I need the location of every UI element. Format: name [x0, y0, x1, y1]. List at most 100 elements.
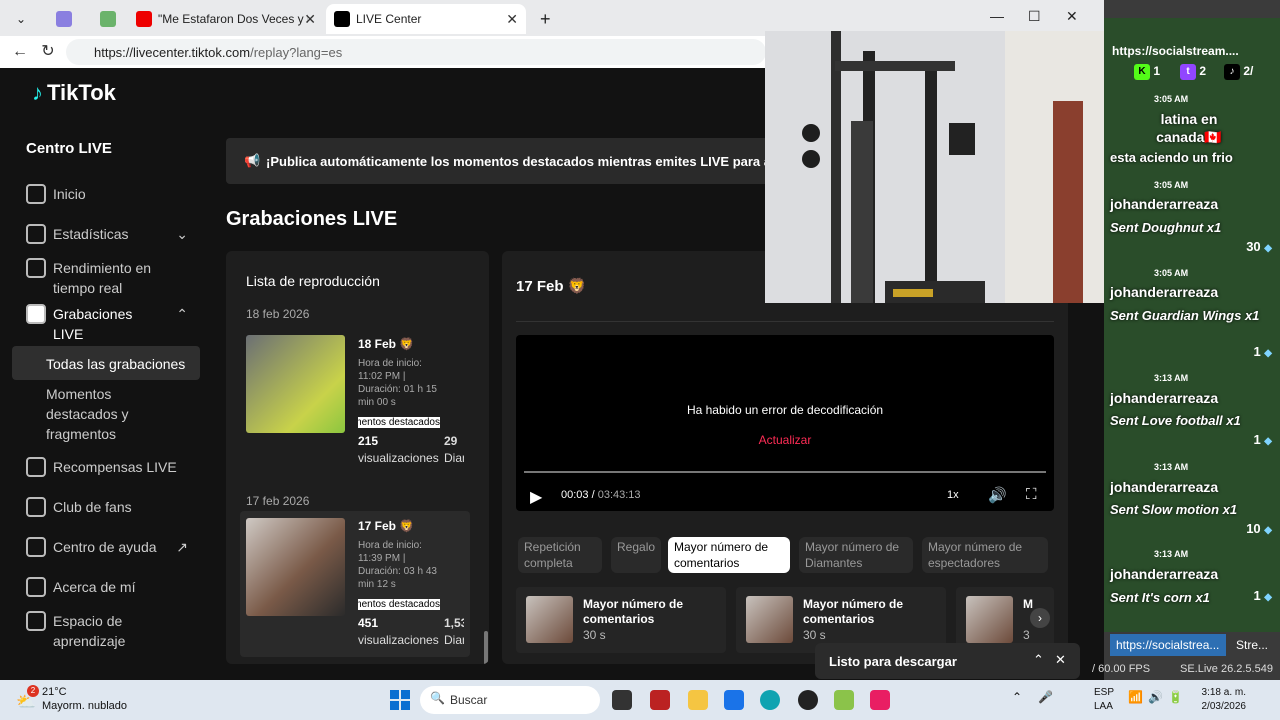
url-field[interactable]: https://livecenter.tiktok.com/replay?lan…	[66, 39, 766, 65]
sidebar: ♪ TikTok Centro LIVE Inicio Estadísticas ⌄…	[0, 68, 206, 680]
highlight-length: 3	[1023, 628, 1030, 642]
message-user: johanderarreaza	[1110, 566, 1219, 582]
refresh-link[interactable]: Actualizar	[516, 433, 1054, 447]
chevron-right-icon[interactable]: ›	[1030, 608, 1050, 628]
chevron-up-icon[interactable]: ⌃	[1033, 652, 1044, 668]
tiktok-icon: ♪	[1224, 64, 1240, 80]
twitch-icon: t	[1180, 64, 1196, 80]
highlight-name: Mayor número de comentarios	[803, 597, 904, 626]
volume-icon[interactable]: 🔊	[988, 486, 1007, 504]
tab-live-center[interactable]: LIVE Center ✕	[326, 4, 526, 34]
close-icon[interactable]: ✕	[506, 11, 518, 28]
sidebar-item-grabaciones[interactable]: Grabaciones LIVE ⌃	[26, 304, 188, 344]
sidebar-item-rendimiento[interactable]: Rendimiento en tiempo real	[26, 258, 166, 298]
taskbar-search[interactable]: 🔍 Buscar	[420, 686, 600, 714]
sidebar-item-recompensas[interactable]: Recompensas LIVE	[26, 457, 177, 477]
clock-time[interactable]: 3:18 a. m.	[1198, 687, 1246, 698]
download-toast[interactable]: Listo para descargar ⌃ ✕	[815, 643, 1080, 679]
sidebar-item-ayuda[interactable]: Centro de ayuda ↗	[26, 537, 188, 557]
url-path: /replay?lang=es	[250, 44, 343, 60]
highlight-length: 30 s	[583, 628, 606, 642]
fullscreen-icon[interactable]: ⛶	[1026, 486, 1037, 503]
highlight-card[interactable]: Mayor número de comentarios 30 s	[516, 587, 726, 653]
sidebar-item-inicio[interactable]: Inicio	[26, 184, 86, 204]
book-icon	[26, 611, 46, 631]
input-layout[interactable]: LAA	[1094, 701, 1113, 712]
windows-start-icon[interactable]	[390, 690, 410, 710]
notification-badge: 2	[27, 685, 39, 697]
tiktok-icon	[334, 11, 350, 27]
task-view-icon[interactable]	[612, 690, 632, 710]
volume-icon[interactable]: 🔊	[1148, 690, 1164, 710]
close-icon[interactable]: ✕	[304, 11, 316, 28]
help-icon	[26, 537, 46, 557]
recording-card-selected[interactable]: 17 Feb 🦁 Hora de inicio: 11:39 PM | Dura…	[240, 511, 470, 657]
maximize-icon[interactable]: ☐	[1028, 8, 1041, 25]
dock-tab-socialstream[interactable]: https://socialstrea...	[1110, 634, 1226, 656]
youtube-icon	[136, 11, 152, 27]
close-window-icon[interactable]: ✕	[1066, 8, 1078, 25]
tab-2[interactable]	[92, 4, 132, 34]
tiktok-studio-icon[interactable]	[870, 690, 890, 710]
group-date: 17 feb 2026	[246, 494, 310, 508]
video-icon	[26, 304, 46, 324]
highlights-tag: Momentos destacados	[358, 599, 440, 610]
windows-taskbar: ⛅ 2 21°C Mayorm. nublado 🔍 Buscar ⌃ 🎤 ESP…	[0, 680, 1280, 720]
tab-1[interactable]	[48, 4, 88, 34]
filter-tab-repeticion[interactable]: Repetición completa	[518, 537, 602, 573]
filter-tab-regalo[interactable]: Regalo	[611, 537, 661, 573]
highlight-thumbnail	[966, 596, 1013, 643]
sidebar-item-estadisticas[interactable]: Estadísticas ⌄	[26, 224, 188, 244]
tiktok-note-icon: ♪	[32, 80, 43, 105]
diamond-icon: ◆	[1264, 592, 1272, 603]
message-text: esta aciendo un frio	[1110, 150, 1233, 165]
message-time: 3:05 AM	[1154, 180, 1189, 190]
input-language[interactable]: ESP	[1094, 687, 1114, 698]
video-player[interactable]: Ha habido un error de decodificación Act…	[516, 335, 1054, 511]
chevron-up-icon[interactable]: ⌃	[1012, 690, 1024, 710]
tiktok-logo[interactable]: ♪ TikTok	[32, 80, 116, 106]
sidebar-item-aprendizaje[interactable]: Espacio de aprendizaje	[26, 611, 166, 651]
filter-tab-diamantes[interactable]: Mayor número de Diamantes	[799, 537, 913, 573]
message-time: 3:13 AM	[1154, 462, 1189, 472]
recording-card[interactable]: 18 Feb 🦁 Hora de inicio: 11:02 PM | Dura…	[240, 329, 470, 475]
chat-url: https://socialstream....	[1112, 44, 1239, 58]
new-tab-button[interactable]: +	[532, 4, 556, 34]
sidebar-subitem-todas[interactable]: Todas las grabaciones	[46, 354, 185, 374]
wifi-icon[interactable]: 📶	[1128, 690, 1144, 710]
filter-tab-comentarios[interactable]: Mayor número de comentarios	[668, 537, 790, 573]
sidebar-subitem-momentos[interactable]: Momentos destacados y fragmentos	[46, 384, 156, 444]
sidebar-item-club[interactable]: Club de fans	[26, 497, 132, 517]
tab-youtube[interactable]: "Me Estafaron Dos Veces y hoy Te✕	[128, 4, 324, 34]
filter-tab-espectadores[interactable]: Mayor número de espectadores	[922, 537, 1048, 573]
twitch-count: t 2	[1180, 64, 1206, 80]
edge-icon[interactable]	[760, 690, 780, 710]
close-icon[interactable]: ✕	[1055, 652, 1066, 668]
progress-bar[interactable]	[524, 471, 1046, 473]
diamonds-count: 1,53Diamantes	[444, 616, 464, 647]
folder-icon[interactable]	[688, 690, 708, 710]
fps-readout: / 60.00 FPS	[1092, 663, 1151, 675]
chevron-up-icon: ⌃	[176, 306, 188, 322]
battery-icon[interactable]: 🔋	[1168, 690, 1186, 710]
mic-icon[interactable]: 🎤	[1038, 690, 1053, 710]
clock-date[interactable]: 2/03/2026	[1198, 701, 1247, 712]
autopublish-banner[interactable]: 📢 ¡Publica automáticamente los momentos d…	[226, 138, 806, 184]
playlist-scrollbar[interactable]	[484, 631, 488, 664]
store-icon[interactable]	[724, 690, 744, 710]
obs-icon[interactable]	[798, 690, 818, 710]
dock-tab-stream[interactable]: Stre...	[1236, 638, 1268, 652]
message-time: 3:05 AM	[1154, 268, 1189, 278]
play-icon[interactable]: ▶	[530, 487, 542, 507]
speed-button[interactable]: 1x	[947, 489, 959, 501]
tab-list-button[interactable]: ⌄	[8, 4, 32, 34]
highlight-thumbnail	[526, 596, 573, 643]
sidebar-item-acerca[interactable]: Acerca de mí	[26, 577, 135, 597]
message-text: Sent Guardian Wings x1	[1110, 308, 1260, 323]
monitor-icon	[26, 258, 46, 278]
back-icon[interactable]: ←	[10, 42, 30, 62]
reload-icon[interactable]: ↻	[38, 42, 58, 62]
socialstream-icon[interactable]	[834, 690, 854, 710]
brave-icon[interactable]	[650, 690, 670, 710]
minimize-icon[interactable]: —	[990, 8, 1004, 24]
